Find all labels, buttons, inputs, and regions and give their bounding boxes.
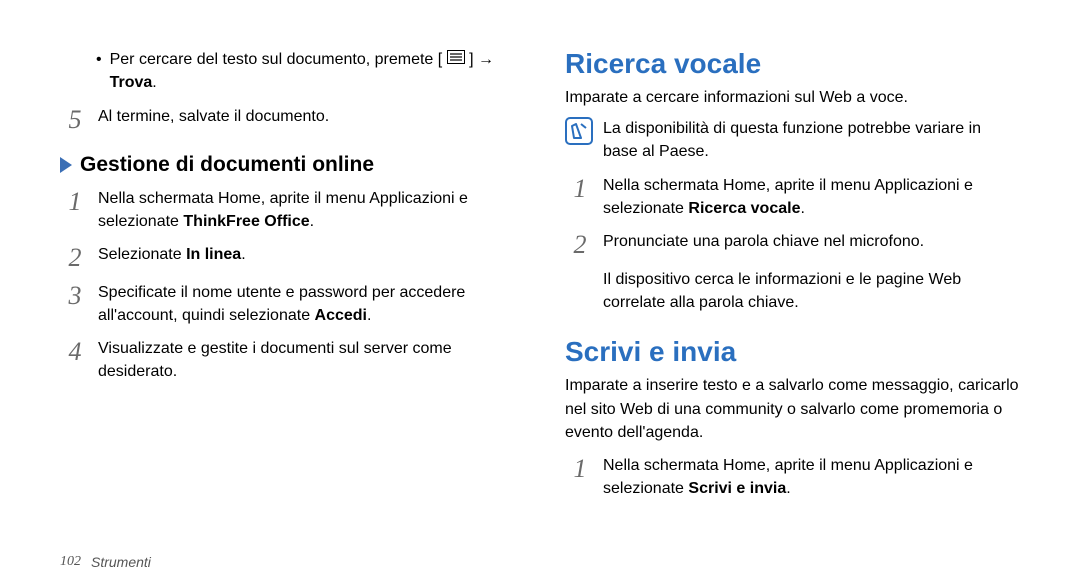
chevron-icon bbox=[60, 157, 72, 173]
step-body: Nella schermata Home, aprite il menu App… bbox=[603, 174, 1020, 220]
txt-end: . bbox=[241, 246, 245, 263]
step-body: Nella schermata Home, aprite il menu App… bbox=[603, 454, 1020, 500]
section-ricerca-vocale: Ricerca vocale bbox=[565, 48, 1020, 80]
section-scrivi-invia: Scrivi e invia bbox=[565, 336, 1020, 368]
step-3: 3 Specificate il nome utente e password … bbox=[60, 281, 515, 327]
step-number: 2 bbox=[60, 243, 90, 271]
intro-scrivi: Imparate a inserire testo e a salvarlo c… bbox=[565, 374, 1020, 444]
footer-label: Strumenti bbox=[91, 554, 151, 570]
left-column: • Per cercare del testo sul documento, p… bbox=[40, 40, 535, 566]
bullet-bold: Trova bbox=[110, 74, 153, 91]
step-number: 4 bbox=[60, 337, 90, 365]
step-number: 1 bbox=[60, 187, 90, 215]
step-4: 4 Visualizzate e gestite i documenti sul… bbox=[60, 337, 515, 383]
step-1: 1 Nella schermata Home, aprite il menu A… bbox=[60, 187, 515, 233]
page-footer: 102 Strumenti bbox=[60, 554, 151, 570]
step-body: Selezionate In linea. bbox=[98, 243, 246, 266]
bullet-search-text: • Per cercare del testo sul documento, p… bbox=[96, 48, 515, 95]
step-body: Pronunciate una parola chiave nel microf… bbox=[603, 230, 924, 253]
note-icon bbox=[565, 117, 593, 145]
bold: Scrivi e invia bbox=[688, 480, 786, 497]
step-number: 1 bbox=[565, 454, 595, 482]
right-column: Ricerca vocale Imparate a cercare inform… bbox=[535, 40, 1040, 566]
bold: Ricerca vocale bbox=[688, 200, 800, 217]
bold: Accedi bbox=[315, 307, 367, 324]
txt-end: . bbox=[310, 213, 314, 230]
txt-end: . bbox=[367, 307, 371, 324]
step-5: 5 Al termine, salvate il documento. bbox=[60, 105, 515, 133]
step-number: 1 bbox=[565, 174, 595, 202]
scrivi-step-1: 1 Nella schermata Home, aprite il menu A… bbox=[565, 454, 1020, 500]
step-number: 2 bbox=[565, 230, 595, 258]
step-body: Al termine, salvate il documento. bbox=[98, 105, 329, 128]
bullet-dot: • bbox=[96, 48, 102, 71]
step-2: 2 Selezionate In linea. bbox=[60, 243, 515, 271]
note-body: La disponibilità di questa funzione potr… bbox=[603, 117, 1020, 163]
ricerca-step-2: 2 Pronunciate una parola chiave nel micr… bbox=[565, 230, 1020, 258]
txt: Pronunciate una parola chiave nel microf… bbox=[603, 233, 924, 250]
step-body: Visualizzate e gestite i documenti sul s… bbox=[98, 337, 515, 383]
txt: Selezionate bbox=[98, 246, 186, 263]
step-number: 5 bbox=[60, 105, 90, 133]
bullet-end: . bbox=[152, 74, 156, 91]
bullet-post: ] → bbox=[469, 51, 494, 68]
note-availability: La disponibilità di questa funzione potr… bbox=[565, 117, 1020, 163]
txt: Specificate il nome utente e password pe… bbox=[98, 284, 465, 324]
subhead-online-docs: Gestione di documenti online bbox=[60, 153, 515, 177]
subhead-label: Gestione di documenti online bbox=[80, 153, 374, 177]
ricerca-step-1: 1 Nella schermata Home, aprite il menu A… bbox=[565, 174, 1020, 220]
bold: ThinkFree Office bbox=[183, 213, 309, 230]
page: • Per cercare del testo sul documento, p… bbox=[0, 0, 1080, 586]
intro-ricerca: Imparate a cercare informazioni sul Web … bbox=[565, 86, 1020, 109]
bullet-pre: Per cercare del testo sul documento, pre… bbox=[110, 51, 443, 68]
menu-icon bbox=[447, 48, 465, 71]
txt-end: . bbox=[800, 200, 804, 217]
ricerca-step-2-sub: Il dispositivo cerca le informazioni e l… bbox=[603, 268, 1020, 314]
bullet-body: Per cercare del testo sul documento, pre… bbox=[110, 48, 494, 95]
step-body: Specificate il nome utente e password pe… bbox=[98, 281, 515, 327]
txt-end: . bbox=[786, 480, 790, 497]
step-body: Nella schermata Home, aprite il menu App… bbox=[98, 187, 515, 233]
bold: In linea bbox=[186, 246, 241, 263]
page-number: 102 bbox=[60, 554, 81, 570]
step-number: 3 bbox=[60, 281, 90, 309]
